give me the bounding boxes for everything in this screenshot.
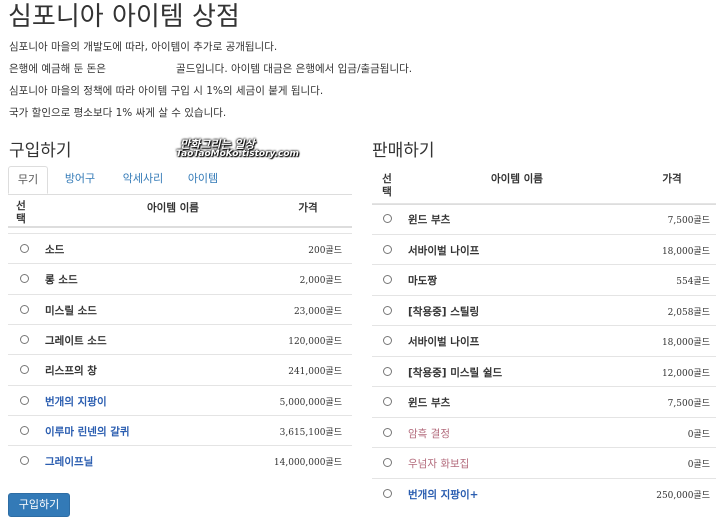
sell-item-price: 0골드 bbox=[687, 429, 710, 440]
sell-item-name: 마도짱 bbox=[408, 275, 437, 287]
buy-row[interactable]: 이루마 린넨의 갈퀴 3,615,100골드 bbox=[8, 414, 352, 446]
tab-item[interactable]: 아이템 bbox=[178, 166, 228, 193]
col-select: 선 택 bbox=[16, 200, 26, 225]
sell-row[interactable]: 번개의 지팡이+ 250,000골드 bbox=[372, 477, 716, 509]
sell-row[interactable]: 우넘자 화보집 0골드 bbox=[372, 447, 716, 478]
col-price: 가격 bbox=[298, 202, 318, 214]
col-item-name: 아이템 이름 bbox=[491, 173, 543, 185]
buy-item-price: 3,615,100골드 bbox=[279, 427, 342, 438]
buy-item-radio[interactable] bbox=[20, 365, 29, 375]
buy-item-price: 241,000골드 bbox=[288, 367, 342, 378]
buy-item-name: 리스프의 창 bbox=[45, 365, 97, 378]
sell-item-name: 번개의 지팡이+ bbox=[408, 488, 479, 501]
sell-row[interactable]: 윈드 부츠 7,500골드 bbox=[372, 386, 716, 417]
sell-item-radio[interactable] bbox=[383, 427, 392, 437]
sell-row[interactable]: 암흑 결정 0골드 bbox=[372, 416, 716, 448]
sell-item-price: 12,000골드 bbox=[661, 368, 710, 379]
buy-item-price: 14,000,000골드 bbox=[273, 458, 342, 469]
sell-item-name: 암흑 결정 bbox=[408, 427, 450, 440]
sell-item-price: 18,000골드 bbox=[661, 338, 710, 348]
sell-item-price: 554골드 bbox=[676, 277, 710, 287]
sell-table-header: 선 택 아이템 이름 가격 bbox=[372, 168, 716, 205]
buy-row[interactable]: 그레이트 소드 120,000골드 bbox=[8, 323, 352, 355]
sell-item-price: 2,058골드 bbox=[667, 307, 710, 318]
buy-row[interactable]: 리스프의 창 241,000골드 bbox=[8, 354, 352, 385]
buy-row[interactable]: 번개의 지팡이 5,000,000골드 bbox=[8, 384, 352, 416]
sell-item-price: 0골드 bbox=[687, 460, 710, 470]
info-line-1: 심포니아 마을의 개발도에 따라, 아이템이 추가로 공개됩니다. bbox=[9, 41, 278, 53]
buy-item-name: 미스릴 소드 bbox=[45, 304, 97, 317]
buy-item-name: 소드 bbox=[45, 244, 65, 256]
sell-table: 선 택 아이템 이름 가격 윈드 부츠 7,500골드 서바이벌 나이프 18,000… bbox=[372, 168, 716, 513]
buy-item-price: 5,000,000골드 bbox=[279, 397, 342, 408]
sell-heading: 판매하기 bbox=[372, 141, 435, 161]
buy-item-radio[interactable] bbox=[20, 456, 29, 466]
buy-item-radio[interactable] bbox=[20, 304, 29, 314]
sell-item-price: 18,000골드 bbox=[661, 246, 710, 257]
col-item-name: 아이템 이름 bbox=[147, 202, 199, 214]
buy-item-name: 그레이트 소드 bbox=[45, 334, 107, 347]
sell-item-name: 우넘자 화보집 bbox=[408, 458, 470, 470]
sell-item-radio[interactable] bbox=[383, 458, 392, 467]
sell-row[interactable]: [착용중] 스틸링 2,058골드 bbox=[372, 294, 716, 326]
sell-row[interactable]: 서바이벌 나이프 18,000골드 bbox=[372, 325, 716, 356]
sell-item-name: [착용중] 미스릴 쉴드 bbox=[408, 366, 503, 379]
sell-item-radio[interactable] bbox=[383, 214, 392, 223]
sell-item-name: 윈드 부츠 bbox=[408, 214, 451, 226]
sell-item-price: 7,500골드 bbox=[667, 399, 710, 409]
watermark-line-2: TaoTaoMoKo.tistory.com bbox=[176, 149, 299, 159]
buy-item-price: 2,000골드 bbox=[299, 276, 342, 287]
buy-item-price: 120,000골드 bbox=[288, 336, 342, 347]
sell-item-radio[interactable] bbox=[383, 397, 392, 406]
sell-item-radio[interactable] bbox=[383, 336, 392, 345]
sell-item-name: 서바이벌 나이프 bbox=[408, 244, 480, 257]
buy-item-name: 롱 소드 bbox=[45, 274, 78, 287]
col-price: 가격 bbox=[662, 173, 682, 185]
sell-row[interactable]: 마도짱 554골드 bbox=[372, 264, 716, 295]
sell-item-radio[interactable] bbox=[383, 305, 392, 315]
buy-heading: 구입하기 bbox=[9, 141, 72, 161]
buy-category-tabs: 무기 방어구 악세사리 아이템 bbox=[8, 166, 352, 195]
sell-row[interactable]: 윈드 부츠 7,500골드 bbox=[372, 203, 716, 234]
sell-item-name: 윈드 부츠 bbox=[408, 397, 451, 409]
sell-item-radio[interactable] bbox=[383, 244, 392, 254]
buy-item-price: 200골드 bbox=[308, 246, 342, 256]
buy-item-radio[interactable] bbox=[20, 425, 29, 435]
buy-item-radio[interactable] bbox=[20, 274, 29, 284]
tab-accessory[interactable]: 악세사리 bbox=[112, 166, 174, 193]
sell-item-price: 7,500골드 bbox=[667, 216, 710, 226]
sell-item-name: [착용중] 스틸링 bbox=[408, 305, 480, 318]
sell-item-radio[interactable] bbox=[383, 366, 392, 376]
buy-row[interactable]: 미스릴 소드 23,000골드 bbox=[8, 293, 352, 325]
tab-weapon[interactable]: 무기 bbox=[8, 166, 48, 194]
buy-row[interactable]: 소드 200골드 bbox=[8, 233, 352, 264]
buy-item-radio[interactable] bbox=[20, 395, 29, 405]
buy-item-name: 번개의 지팡이 bbox=[45, 395, 107, 408]
page-title: 심포니아 아이템 상점 bbox=[8, 2, 240, 32]
buy-table-header: 선 택 아이템 이름 가격 bbox=[8, 196, 352, 228]
sell-row[interactable]: 서바이벌 나이프 18,000골드 bbox=[372, 233, 716, 265]
col-select: 선 택 bbox=[382, 173, 392, 198]
info-line-2: 은행에 예금해 둔 돈은 골드입니다. 아이템 대금은 은행에서 입금/출금됩니… bbox=[9, 63, 413, 75]
buy-item-name: 그레이프닐 bbox=[45, 456, 94, 469]
buy-table: 선 택 아이템 이름 가격 소드 200골드롱 소드 2,000골드미스릴 소드 23… bbox=[8, 196, 352, 486]
buy-item-name: 이루마 린넨의 갈퀴 bbox=[45, 425, 130, 438]
sell-item-name: 서바이벌 나이프 bbox=[408, 336, 480, 348]
sell-item-radio[interactable] bbox=[383, 275, 392, 284]
sell-row[interactable]: [착용중] 미스릴 쉴드 12,000골드 bbox=[372, 355, 716, 387]
buy-row[interactable]: 그레이프닐 14,000,000골드 bbox=[8, 445, 352, 476]
buy-item-radio[interactable] bbox=[20, 244, 29, 253]
buy-item-radio[interactable] bbox=[20, 334, 29, 344]
sell-item-radio[interactable] bbox=[383, 488, 392, 498]
info-line-4: 국가 할인으로 평소보다 1% 싸게 살 수 있습니다. bbox=[9, 107, 227, 119]
info-line-3: 심포니아 마을의 정책에 따라 아이템 구입 시 1%의 세금이 붙게 됩니다. bbox=[9, 85, 324, 97]
tab-armor[interactable]: 방어구 bbox=[54, 166, 106, 193]
buy-button[interactable]: 구입하기 bbox=[8, 493, 70, 517]
buy-row[interactable]: 롱 소드 2,000골드 bbox=[8, 263, 352, 294]
watermark: 만화그리는 일상 TaoTaoMoKo.tistory.com bbox=[176, 136, 310, 162]
sell-item-price: 250,000골드 bbox=[656, 490, 710, 501]
buy-item-price: 23,000골드 bbox=[293, 306, 342, 317]
